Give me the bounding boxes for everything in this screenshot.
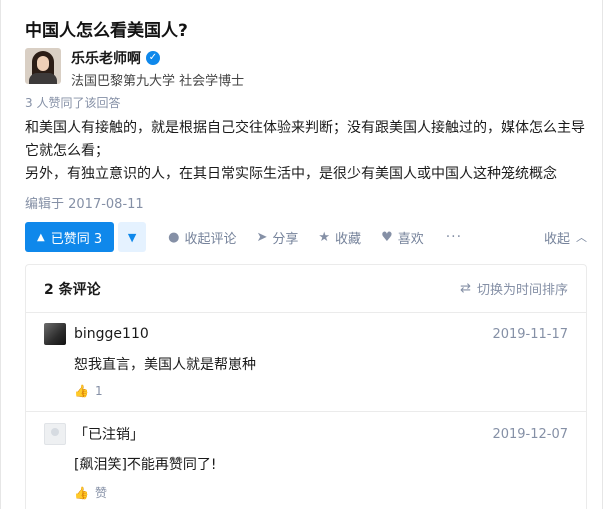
answer-card: 中国人怎么看美国人? 乐乐老师啊 ✓ 法国巴黎第九大学 社会学博士 3 人赞同了…	[0, 0, 603, 509]
like-label: 喜欢	[397, 231, 424, 247]
comments-panel: 2 条评论 ⇄ 切换为时间排序 bingge110 2019-11-17 恕我直…	[25, 264, 587, 509]
comment-text: [飙泪笑]不能再赞同了!	[74, 457, 217, 473]
answer-paragraph: 和美国人有接触的，就是根据自己交往体验来判断；没有跟美国人接触过的，媒体怎么主导…	[25, 120, 585, 159]
author-name[interactable]: 乐乐老师啊	[71, 48, 141, 68]
collect-button[interactable]: ★ 收藏	[318, 228, 361, 247]
comments-header: 2 条评论 ⇄ 切换为时间排序	[26, 265, 586, 313]
heart-icon: ♥	[381, 229, 393, 245]
sort-toggle-button[interactable]: ⇄ 切换为时间排序	[460, 279, 568, 298]
commenter-avatar[interactable]	[44, 423, 66, 445]
comment-toggle-label: 收起评论	[184, 231, 237, 247]
share-button[interactable]: ➤ 分享	[256, 228, 298, 247]
like-button[interactable]: ♥ 喜欢	[381, 228, 424, 247]
action-bar: ▲ 已赞同 3 ▼ ● 收起评论 ➤ 分享 ★ 收藏 ♥ 喜欢 ··· 收起 ︿	[25, 222, 587, 252]
commenter-avatar[interactable]	[44, 323, 66, 345]
commenter-name[interactable]: bingge110	[74, 326, 149, 342]
comment-like-button[interactable]: 👍 1	[74, 384, 568, 398]
upvote-button[interactable]: ▲ 已赞同 3	[25, 222, 115, 252]
comment-text: 恕我直言，美国人就是帮崽种	[74, 357, 256, 373]
answer-body: 和美国人有接触的，就是根据自己交往体验来判断；没有跟美国人接触过的，媒体怎么主导…	[25, 117, 585, 186]
upvote-label: 已赞同 3	[50, 231, 103, 247]
share-label: 分享	[272, 231, 299, 247]
comment-like-button[interactable]: 👍 赞	[74, 484, 568, 501]
comment-item: bingge110 2019-11-17 恕我直言，美国人就是帮崽种 👍 1	[26, 322, 586, 412]
star-icon: ★	[318, 229, 331, 245]
more-options-icon[interactable]: ···	[446, 229, 462, 245]
vote-summary[interactable]: 3 人赞同了该回答	[25, 94, 120, 111]
edit-time[interactable]: 编辑于 2017-08-11	[25, 193, 144, 212]
question-title[interactable]: 中国人怎么看美国人?	[25, 16, 188, 41]
collect-label: 收藏	[335, 231, 362, 247]
comment-date: 2019-11-17	[492, 326, 568, 342]
chevron-up-icon: ︿	[576, 231, 587, 244]
author-meta: 乐乐老师啊 ✓ 法国巴黎第九大学 社会学博士	[71, 48, 244, 89]
author-info: 乐乐老师啊 ✓ 法国巴黎第九大学 社会学博士	[25, 48, 244, 89]
swap-arrows-icon: ⇄	[460, 281, 471, 296]
author-avatar[interactable]	[25, 48, 61, 84]
commenter-name[interactable]: 「已注销」	[74, 424, 144, 444]
sort-toggle-label: 切换为时间排序	[476, 283, 568, 298]
comment-bubble-icon: ●	[168, 229, 180, 245]
comment-date: 2019-12-07	[492, 426, 568, 442]
comment-like-count: 1	[94, 384, 103, 398]
thumbs-up-icon: 👍	[74, 384, 89, 398]
triangle-up-icon: ▲	[37, 231, 45, 243]
comment-item: 「已注销」 2019-12-07 [飙泪笑]不能再赞同了! 👍 赞	[26, 422, 586, 509]
downvote-button[interactable]: ▼	[118, 222, 147, 252]
triangle-down-icon: ▼	[127, 230, 137, 244]
comments-count: 2 条评论	[44, 281, 101, 298]
thumbs-up-icon: 👍	[74, 485, 89, 500]
collapse-button[interactable]: 收起 ︿	[544, 228, 587, 247]
verified-badge-icon: ✓	[146, 51, 160, 65]
share-plane-icon: ➤	[256, 229, 268, 245]
collapse-label: 收起	[543, 231, 570, 247]
comment-like-label: 赞	[94, 486, 107, 500]
author-headline: 法国巴黎第九大学 社会学博士	[71, 74, 245, 89]
comment-toggle-button[interactable]: ● 收起评论	[168, 228, 236, 247]
answer-paragraph: 另外，有独立意识的人，在其日常实际生活中，是很少有美国人或中国人这种笼统概念	[25, 166, 557, 182]
